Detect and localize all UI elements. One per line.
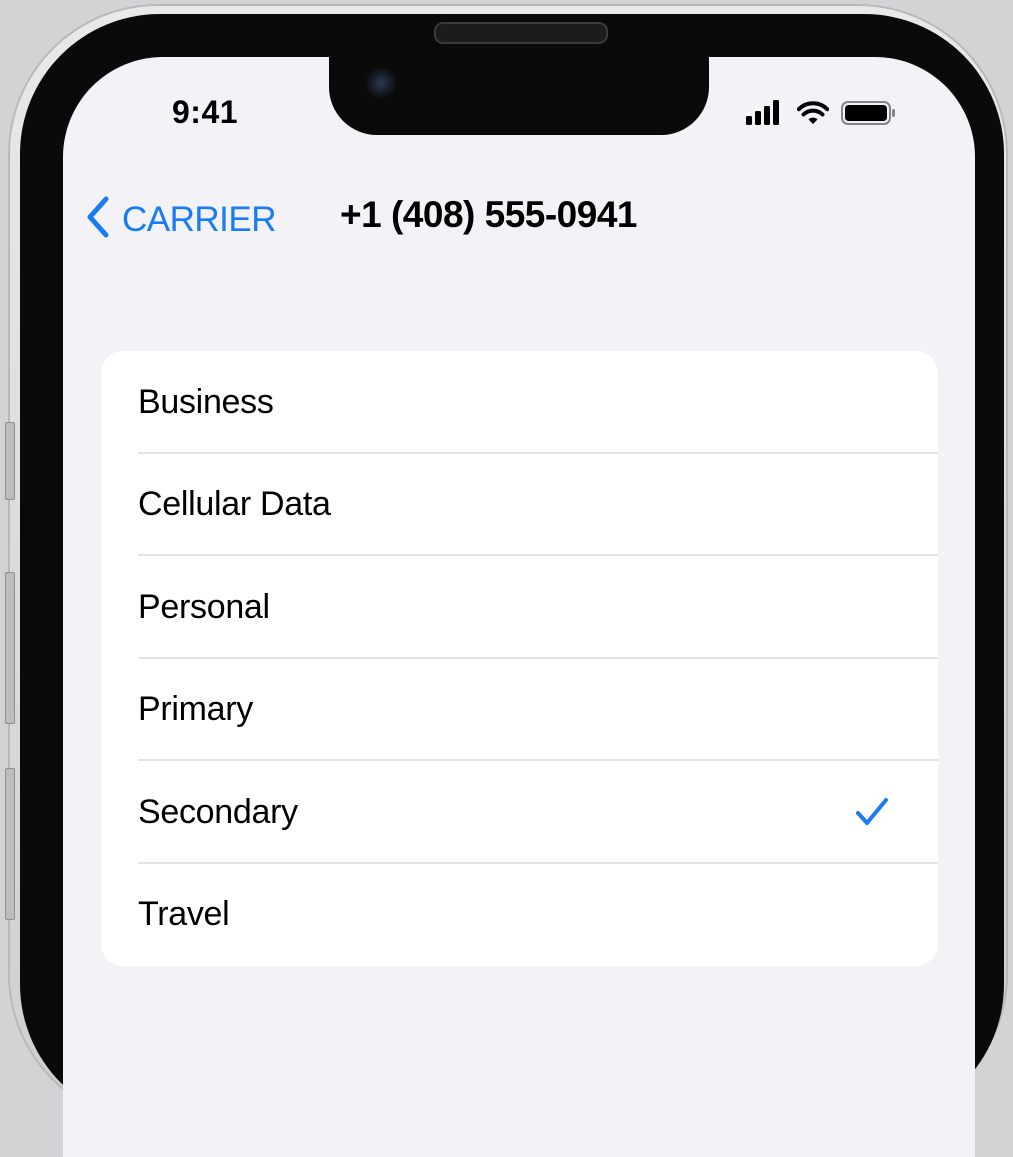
- silent-switch: [5, 422, 15, 500]
- back-button-label: CARRIER: [122, 199, 277, 239]
- status-icons: [745, 100, 897, 131]
- wifi-icon: [796, 100, 830, 131]
- page-title: +1 (408) 555-0941: [340, 194, 638, 235]
- list-item-label: Business: [138, 382, 274, 421]
- list-item-label: Personal: [138, 587, 270, 626]
- front-camera: [365, 67, 397, 99]
- status-time: 9:41: [172, 94, 239, 130]
- list-item-label: Secondary: [138, 792, 298, 831]
- volume-up-button: [5, 572, 15, 724]
- list-item-personal[interactable]: Personal: [101, 556, 938, 659]
- list-item-secondary[interactable]: Secondary: [101, 761, 938, 864]
- list-item-cellular-data[interactable]: Cellular Data: [101, 454, 938, 556]
- list-item-label: Travel: [138, 895, 230, 934]
- list-item-label: Cellular Data: [138, 485, 331, 524]
- cellular-signal-icon: [745, 100, 785, 131]
- volume-down-button: [5, 768, 15, 920]
- back-button[interactable]: CARRIER: [84, 195, 277, 244]
- earpiece-speaker: [434, 22, 608, 44]
- list-item-primary[interactable]: Primary: [101, 659, 938, 761]
- checkmark-icon: [854, 794, 890, 830]
- chevron-left-icon: [84, 195, 112, 244]
- list-item-travel[interactable]: Travel: [101, 864, 938, 967]
- list-item-business[interactable]: Business: [101, 351, 938, 454]
- battery-icon: [841, 100, 897, 131]
- list-item-label: Primary: [138, 690, 254, 729]
- label-options-list: Business Cellular Data Personal Primary …: [101, 351, 938, 966]
